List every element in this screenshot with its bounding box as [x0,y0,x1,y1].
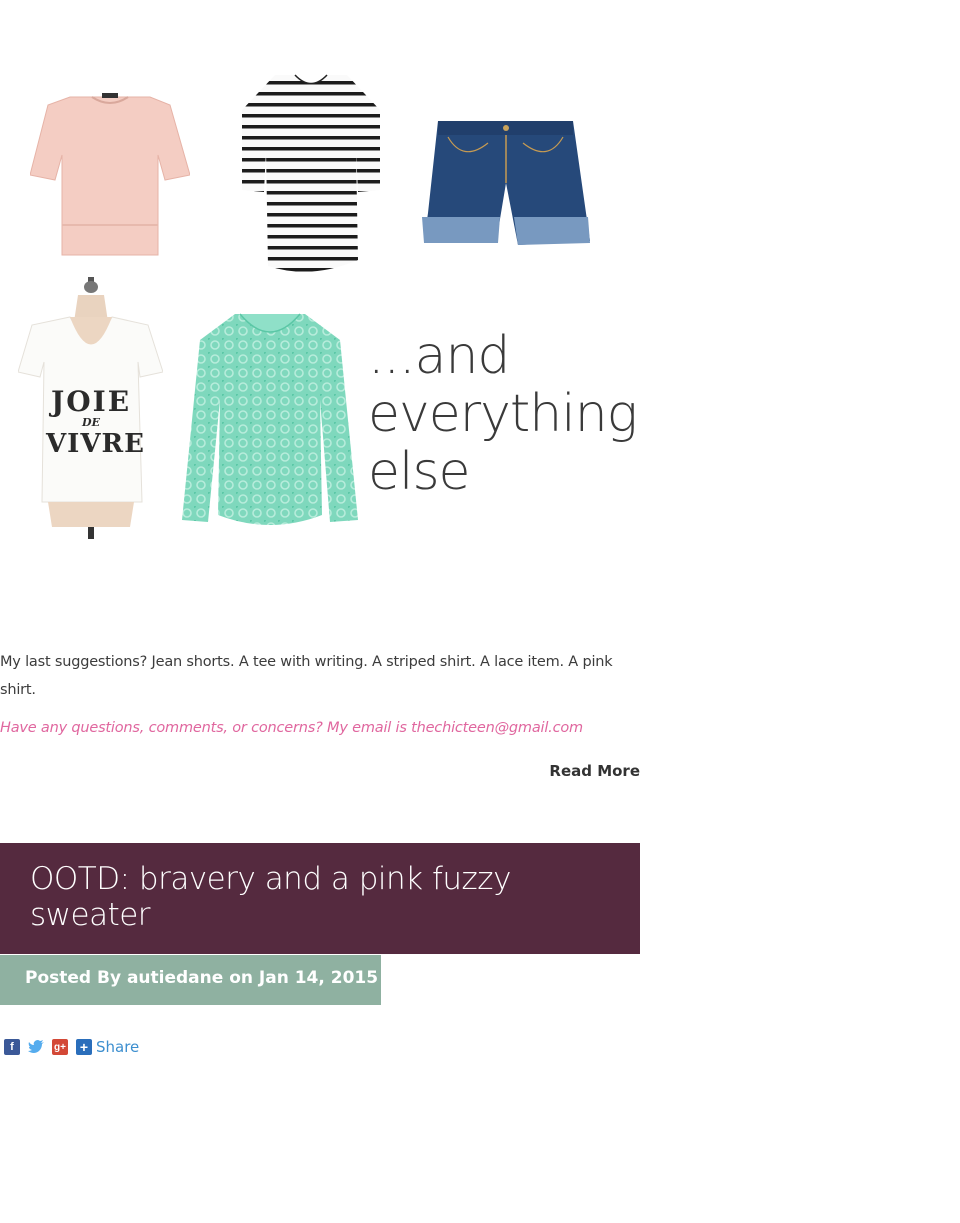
collage-caption-line: else [368,442,471,502]
post-meta: Posted By autiedane on Jan 14, 2015 [25,968,379,988]
google-plus-icon[interactable]: g+ [52,1039,68,1055]
collage-caption-line: everything [368,384,638,444]
twitter-icon[interactable] [28,1039,44,1055]
post-title[interactable]: OOTD: bravery and a pink fuzzy sweater [30,861,610,933]
collage-caption: ...and everything else [368,327,638,501]
tee-print-text: JOIE DE VIVRE [46,385,145,460]
joie-de-vivre-tee-image: JOIE DE VIVRE [18,277,163,539]
lace-item-image [182,313,358,525]
post-meta-banner: Posted By autiedane on Jan 14, 2015 [0,955,381,1005]
facebook-icon[interactable]: f [4,1039,20,1055]
striped-shirt-image [242,74,380,272]
collage-caption-line: ...and [368,326,510,386]
share-bar: f g+ + Share [4,1038,139,1056]
contact-email-paragraph: Have any questions, comments, or concern… [0,720,583,736]
share-plus-icon[interactable]: + [76,1039,92,1055]
post-title-banner: OOTD: bravery and a pink fuzzy sweater [0,843,640,954]
jean-shorts-image [422,121,590,245]
pink-top-image [30,93,190,256]
outfit-collage-image: JOIE DE VIVRE ...and everything else [0,55,640,545]
read-more-link[interactable]: Read More [549,762,640,780]
post-paragraph: My last suggestions? Jean shorts. A tee … [0,654,613,698]
share-link[interactable]: Share [96,1038,139,1056]
